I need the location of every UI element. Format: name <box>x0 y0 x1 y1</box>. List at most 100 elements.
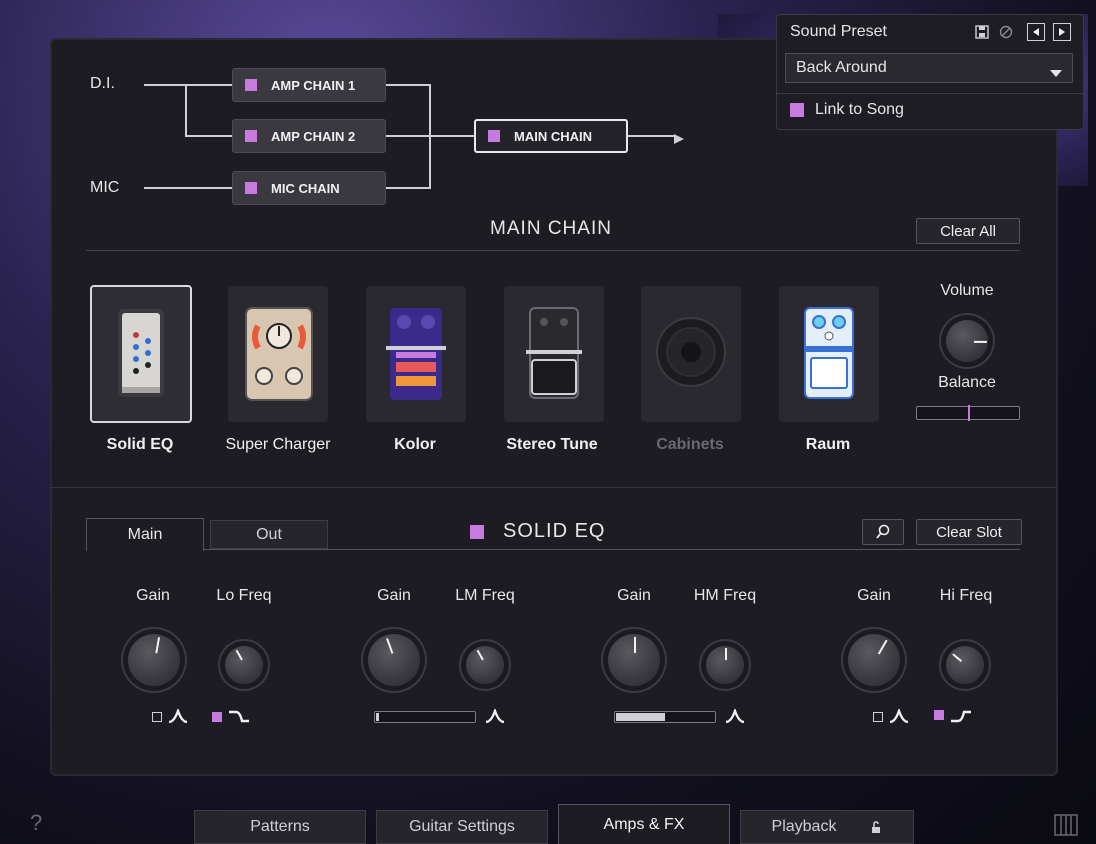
knob-indicator <box>725 648 727 660</box>
knob-indicator <box>634 637 636 653</box>
main-chain-node[interactable]: MAIN CHAIN <box>474 119 628 153</box>
slot-cabinets[interactable] <box>641 286 741 422</box>
volume-knob[interactable] <box>946 320 988 362</box>
slot-super-charger[interactable] <box>228 286 328 422</box>
band4-freq-knob[interactable] <box>946 646 984 684</box>
input-di-label: D.I. <box>90 75 115 92</box>
high-shelf-icon <box>951 710 971 723</box>
slot-label: Kolor <box>394 436 436 453</box>
help-icon[interactable]: ? <box>30 810 42 836</box>
tab-label: Playback <box>771 818 837 835</box>
band4-shelf-checkbox[interactable] <box>934 710 944 720</box>
kolor-pedal-icon <box>386 308 446 400</box>
tab-out[interactable]: Out <box>210 520 328 549</box>
band4-gain-knob[interactable] <box>848 634 900 686</box>
next-preset-button[interactable] <box>1053 23 1071 41</box>
chain-color-swatch <box>245 130 257 142</box>
preset-selected-value: Back Around <box>796 59 887 76</box>
balance-marker <box>968 405 970 421</box>
band3-q-slider[interactable] <box>614 711 716 723</box>
sound-preset-title: Sound Preset <box>790 23 887 40</box>
divider <box>86 250 1020 251</box>
knob-indicator <box>952 653 963 663</box>
slot-kolor[interactable] <box>366 286 466 422</box>
chain-color-swatch <box>245 182 257 194</box>
link-to-song-checkbox[interactable] <box>790 103 804 117</box>
band1-shelf-checkbox[interactable] <box>212 712 222 722</box>
band2-q-slider[interactable] <box>374 711 476 723</box>
clear-slot-button[interactable]: Clear Slot <box>916 519 1022 545</box>
low-shelf-icon <box>229 710 249 723</box>
band4-freq-label: Hi Freq <box>939 587 993 604</box>
band3-freq-knob[interactable] <box>706 646 744 684</box>
tab-playback[interactable]: Playback <box>740 810 914 844</box>
route-line <box>386 84 430 86</box>
search-icon <box>876 524 890 539</box>
search-button[interactable] <box>862 519 904 545</box>
route-line <box>628 135 676 137</box>
slot-label: Solid EQ <box>106 436 174 453</box>
slider-fill <box>376 713 379 721</box>
volume-label: Volume <box>940 282 994 299</box>
chain-color-swatch <box>245 79 257 91</box>
node-label: MAIN CHAIN <box>514 128 592 144</box>
prev-preset-button[interactable] <box>1027 23 1045 41</box>
raum-pedal-icon <box>804 307 854 399</box>
tab-guitar-settings[interactable]: Guitar Settings <box>376 810 548 844</box>
divider <box>50 487 1058 488</box>
preset-dropdown[interactable]: Back Around <box>785 53 1073 83</box>
slot-label: Cabinets <box>656 436 724 453</box>
stereo-tune-pedal-icon <box>526 307 582 399</box>
node-label: AMP CHAIN 2 <box>271 128 356 144</box>
bell-shape-icon <box>168 709 188 723</box>
route-line <box>185 84 187 136</box>
band1-gain-knob[interactable] <box>128 634 180 686</box>
band2-gain-knob[interactable] <box>368 634 420 686</box>
balance-label: Balance <box>938 374 996 391</box>
amp-chain-1-node[interactable]: AMP CHAIN 1 <box>232 68 386 102</box>
node-label: AMP CHAIN 1 <box>271 77 356 93</box>
piano-keys-icon[interactable] <box>1054 814 1078 836</box>
slot-solid-eq[interactable] <box>90 285 192 423</box>
super-charger-pedal-icon <box>245 307 313 401</box>
tab-patterns[interactable]: Patterns <box>194 810 366 844</box>
cabinet-speaker-icon <box>656 317 726 387</box>
route-line <box>144 187 232 189</box>
save-icon[interactable] <box>975 25 989 39</box>
band4-bell-checkbox[interactable] <box>873 712 883 722</box>
amp-chain-2-node[interactable]: AMP CHAIN 2 <box>232 119 386 153</box>
band1-freq-knob[interactable] <box>225 646 263 684</box>
balance-slider[interactable] <box>916 405 1020 421</box>
node-label: MIC CHAIN <box>271 180 340 196</box>
knob-indicator <box>974 340 987 343</box>
link-to-song-label: Link to Song <box>815 101 904 118</box>
tab-amps-fx[interactable]: Amps & FX <box>558 804 730 844</box>
band1-bell-checkbox[interactable] <box>152 712 162 722</box>
divider <box>86 549 1020 550</box>
delete-preset-icon[interactable] <box>999 25 1013 39</box>
main-chain-title: MAIN CHAIN <box>490 218 612 239</box>
bell-shape-icon <box>889 709 909 723</box>
sound-preset-panel: Sound Preset Back Around Link to Song <box>776 14 1084 130</box>
clear-all-button[interactable]: Clear All <box>916 218 1020 244</box>
solid-eq-pedal-icon <box>118 309 164 397</box>
slot-label: Raum <box>805 436 851 453</box>
bell-shape-icon <box>725 709 745 723</box>
divider <box>777 93 1083 94</box>
input-mic-label: MIC <box>90 179 120 196</box>
chain-color-swatch <box>488 130 500 142</box>
mic-chain-node[interactable]: MIC CHAIN <box>232 171 386 205</box>
lock-open-icon <box>872 821 881 833</box>
slot-label: Super Charger <box>225 436 331 453</box>
route-line <box>429 84 431 189</box>
slot-raum[interactable] <box>779 286 879 422</box>
knob-indicator <box>155 637 161 653</box>
band2-freq-label: LM Freq <box>455 587 515 604</box>
route-line <box>185 135 232 137</box>
tab-main[interactable]: Main <box>86 518 204 551</box>
bell-shape-icon <box>485 709 505 723</box>
slot-label: Stereo Tune <box>506 436 598 453</box>
slot-stereo-tune[interactable] <box>504 286 604 422</box>
band3-gain-knob[interactable] <box>608 634 660 686</box>
band2-freq-knob[interactable] <box>466 646 504 684</box>
